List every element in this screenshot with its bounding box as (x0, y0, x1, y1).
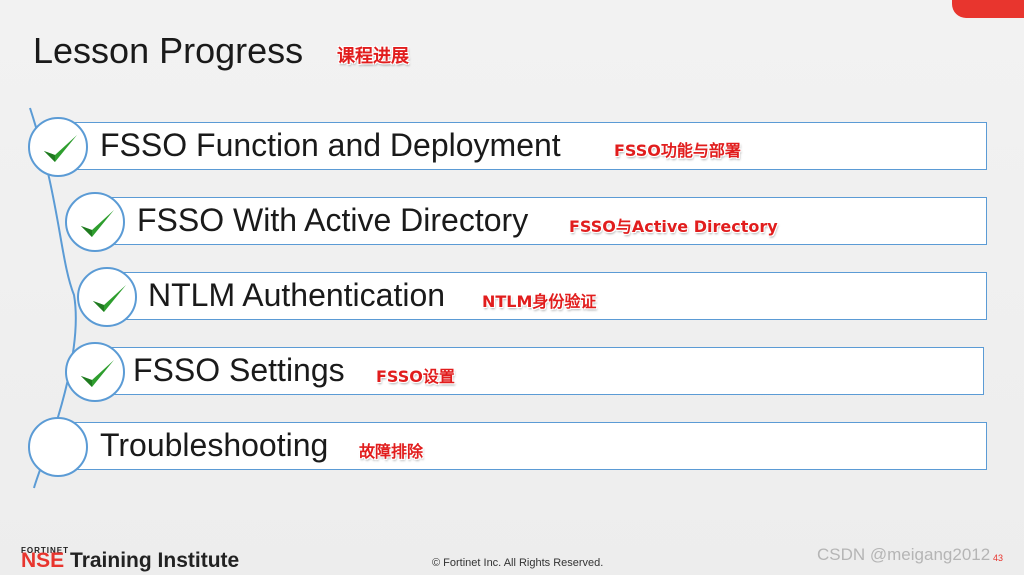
checkmark-icon (81, 210, 114, 237)
slide: Lesson Progress 课程进展 FSSO Function and D… (0, 0, 1024, 575)
lesson-label-5: Troubleshooting (100, 427, 329, 463)
lesson-label-2: FSSO With Active Directory (137, 202, 529, 238)
lesson-badge-3 (77, 267, 137, 327)
lesson-badge-2 (65, 192, 125, 252)
checkmark-icon (81, 360, 114, 387)
lesson-badge-4 (65, 342, 125, 402)
lesson-cn-label-3: NTLM身份验证 (482, 292, 597, 311)
lesson-label-3: NTLM Authentication (148, 277, 446, 313)
page-number: 43 (993, 553, 1004, 563)
lesson-cn-label-2: FSSO与Active Directory (569, 217, 778, 236)
nse-training-logo: NSE Training Institute (21, 549, 239, 573)
lesson-label-4: FSSO Settings (133, 352, 345, 388)
checkmark-icon (44, 135, 77, 162)
lesson-cn-label-5: 故障排除 (359, 442, 424, 461)
nse-logo-mark: NSE (21, 549, 65, 572)
training-institute-text: Training Institute (64, 549, 240, 572)
lesson-cn-label-4: FSSO设置 (376, 367, 455, 386)
copyright-text: © Fortinet Inc. All Rights Reserved. (432, 557, 604, 569)
csdn-watermark: CSDN @meigang2012 (817, 545, 991, 564)
lesson-label-1: FSSO Function and Deployment (100, 127, 561, 163)
lesson-badge-5 (28, 417, 88, 477)
lesson-badge-1 (28, 117, 88, 177)
checkmark-icon (93, 285, 126, 312)
lesson-cn-label-1: FSSO功能与部署 (614, 141, 741, 160)
